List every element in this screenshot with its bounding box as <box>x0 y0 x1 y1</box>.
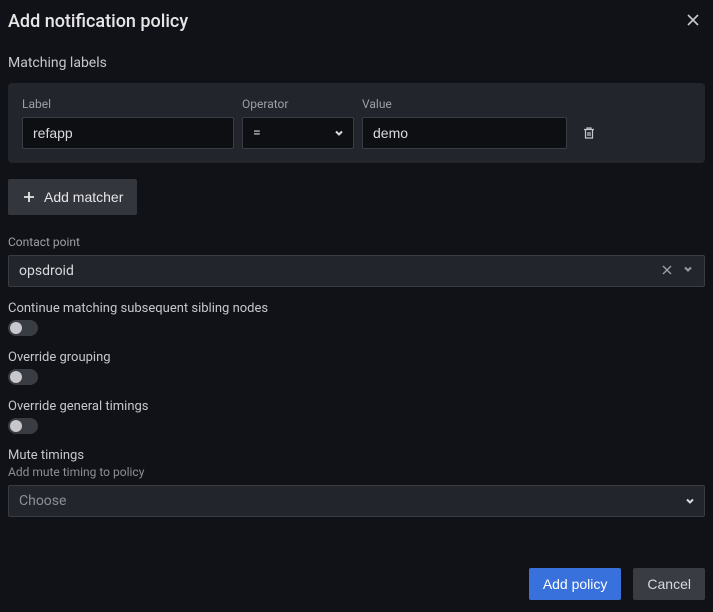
add-matcher-label: Add matcher <box>44 189 123 205</box>
override-grouping-toggle-label: Override grouping <box>8 350 705 365</box>
delete-matcher-button[interactable] <box>575 117 603 149</box>
matching-labels-heading: Matching labels <box>0 35 713 83</box>
contact-point-select[interactable]: opsdroid <box>8 255 705 287</box>
label-field-label: Label <box>22 97 234 111</box>
dialog-footer: Add policy Cancel <box>0 556 713 612</box>
operator-value: = <box>253 125 261 141</box>
matchers-container: Label Operator = Value <box>8 83 705 163</box>
dialog-title: Add notification policy <box>8 11 188 32</box>
close-icon <box>662 265 672 275</box>
contact-point-label: Contact point <box>8 235 705 249</box>
continue-toggle[interactable] <box>8 320 38 336</box>
mute-timings-placeholder: Choose <box>19 493 66 509</box>
contact-dropdown-toggle[interactable] <box>678 263 698 279</box>
override-timings-toggle[interactable] <box>8 418 38 434</box>
chevron-down-icon <box>684 495 696 507</box>
add-policy-button[interactable]: Add policy <box>529 568 622 600</box>
contact-point-value: opsdroid <box>19 263 656 279</box>
operator-select[interactable]: = <box>242 117 354 149</box>
value-field-label: Value <box>362 97 567 111</box>
label-input[interactable] <box>22 117 234 149</box>
mute-timings-select[interactable]: Choose <box>8 485 705 517</box>
chevron-down-icon <box>682 263 694 275</box>
mute-timings-subtitle: Add mute timing to policy <box>8 465 705 479</box>
trash-icon <box>582 126 596 140</box>
value-input[interactable] <box>362 117 567 149</box>
add-matcher-button[interactable]: Add matcher <box>8 179 137 215</box>
close-icon <box>685 12 701 28</box>
cancel-button[interactable]: Cancel <box>633 568 705 600</box>
clear-contact-button[interactable] <box>656 263 678 279</box>
chevron-down-icon <box>333 127 345 139</box>
override-timings-toggle-label: Override general timings <box>8 399 705 414</box>
mute-timings-label: Mute timings <box>8 448 705 463</box>
close-button[interactable] <box>681 8 705 35</box>
operator-field-label: Operator <box>242 97 354 111</box>
continue-toggle-label: Continue matching subsequent sibling nod… <box>8 301 705 316</box>
override-grouping-toggle[interactable] <box>8 369 38 385</box>
matcher-row: Label Operator = Value <box>22 97 691 149</box>
plus-icon <box>22 190 36 204</box>
